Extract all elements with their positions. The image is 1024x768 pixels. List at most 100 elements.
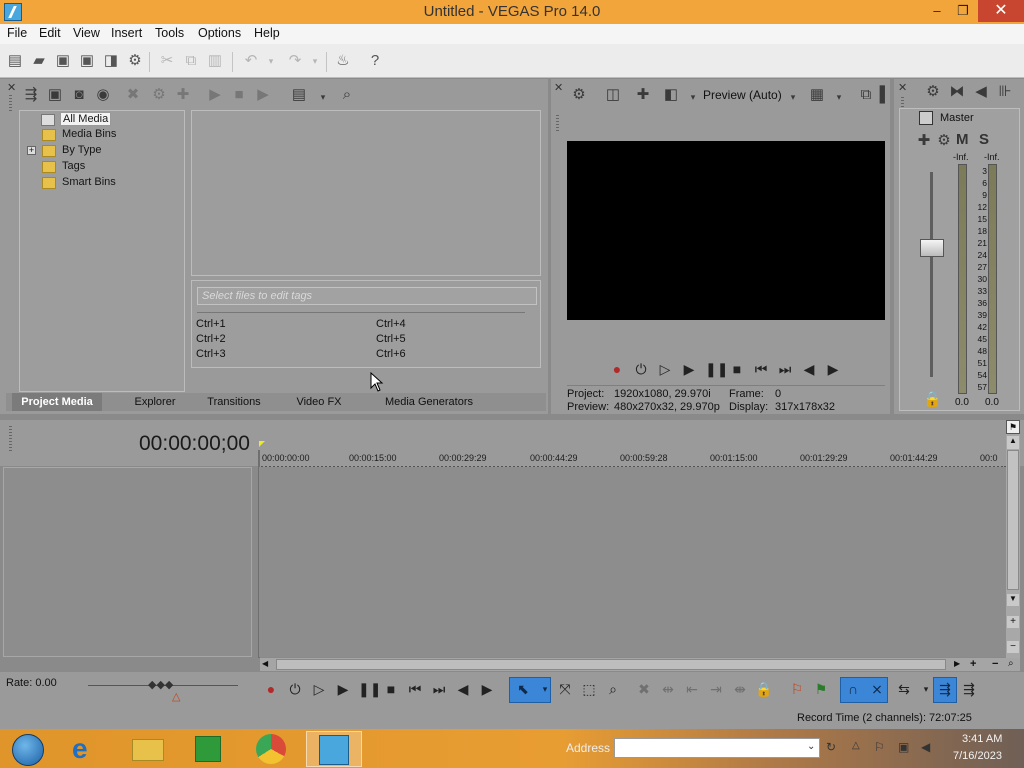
media-file-list[interactable] xyxy=(191,110,541,276)
tag-slot-6[interactable]: Ctrl+6 xyxy=(376,348,406,360)
go-to-end-icon[interactable]: ⏭ xyxy=(430,679,448,699)
burn-disc-icon[interactable]: ♨ xyxy=(334,52,352,70)
clock-date[interactable]: 7/16/2023 xyxy=(953,750,1002,762)
marker-icon[interactable]: ⚑ xyxy=(1006,420,1020,434)
pause-icon[interactable]: ❚❚ xyxy=(705,360,728,378)
track-area[interactable] xyxy=(259,467,1006,657)
taskbar-chrome[interactable] xyxy=(248,731,292,767)
tree-item-by-type[interactable]: By Type xyxy=(42,144,102,158)
search-icon[interactable]: ⌕ xyxy=(338,86,356,104)
stop-icon[interactable]: ■ xyxy=(382,679,400,699)
save-as-icon[interactable]: ▣ xyxy=(78,52,96,70)
tag-slot-1[interactable]: Ctrl+1 xyxy=(196,318,226,330)
menu-insert[interactable]: Insert xyxy=(111,26,142,40)
pan-icon[interactable]: ✚ xyxy=(915,132,933,150)
ignore-grouping-icon[interactable]: ⇶ xyxy=(960,679,978,699)
remove-media-icon[interactable]: ✖ xyxy=(124,86,142,104)
scroll-left-icon[interactable]: ◀ xyxy=(262,659,268,668)
panel-close-icon[interactable]: ✕ xyxy=(554,81,563,94)
cut-icon[interactable]: ✂ xyxy=(158,52,176,70)
zoom-tool-icon[interactable]: ⌕ xyxy=(604,679,622,699)
taskbar-ie[interactable]: e xyxy=(64,731,108,767)
play-media-icon[interactable]: ▶ xyxy=(206,86,224,104)
render-icon[interactable]: ◨ xyxy=(102,52,120,70)
views-icon[interactable]: ▤ xyxy=(290,86,308,104)
lock-icon[interactable]: 🔒 xyxy=(923,391,942,409)
menu-help[interactable]: Help xyxy=(254,26,280,40)
envelope-tool-icon[interactable]: ⤧ xyxy=(556,679,574,699)
clock-time[interactable]: 3:41 AM xyxy=(962,733,1002,745)
vertical-scroll-thumb[interactable] xyxy=(1007,450,1019,590)
save-snapshot-icon[interactable]: ▌ xyxy=(876,86,894,104)
tab-transitions[interactable]: Transitions xyxy=(196,393,272,411)
vertical-scrollbar[interactable]: ⚑ ▲ ▼ + − xyxy=(1006,420,1020,658)
tag-slot-4[interactable]: Ctrl+4 xyxy=(376,318,406,330)
properties-icon[interactable]: ⚙ xyxy=(126,52,144,70)
tree-item-tags[interactable]: Tags xyxy=(42,160,85,174)
split-icon[interactable]: ⇼ xyxy=(731,679,749,699)
overlays-dropdown-icon[interactable]: ▾ xyxy=(830,88,848,106)
undo-dropdown-icon[interactable]: ▾ xyxy=(262,52,280,70)
taskbar-explorer[interactable] xyxy=(126,731,170,767)
record-icon[interactable]: ● xyxy=(262,679,280,699)
scroll-down-icon[interactable]: ▼ xyxy=(1007,594,1019,606)
horizontal-scroll-thumb[interactable] xyxy=(276,659,946,670)
trim-start-icon[interactable]: ⇤ xyxy=(683,679,701,699)
zoom-in-tracks-icon[interactable]: + xyxy=(1007,616,1019,628)
trim-end-icon[interactable]: ⇥ xyxy=(707,679,725,699)
copy-icon[interactable]: ⧉ xyxy=(182,52,200,70)
play-icon[interactable]: ▶ xyxy=(334,679,352,699)
solo-button[interactable]: S xyxy=(979,131,989,148)
preview-quality-icon[interactable]: ◧ xyxy=(662,86,680,104)
stop-icon[interactable]: ■ xyxy=(729,360,745,378)
maximize-button[interactable]: ❐ xyxy=(948,0,978,22)
new-project-icon[interactable]: ▤ xyxy=(6,52,24,70)
timeline-ruler[interactable]: 00:00:00:00 00:00:15:00 00:00:29:29 00:0… xyxy=(258,450,1006,468)
tab-media-generators[interactable]: Media Generators xyxy=(366,393,492,411)
tab-explorer[interactable]: Explorer xyxy=(116,393,194,411)
paste-icon[interactable]: ▥ xyxy=(206,52,224,70)
horizontal-scrollbar[interactable]: ◀ ▶ + − ⌕ xyxy=(260,658,1020,671)
capture-icon[interactable]: ▣ xyxy=(46,86,64,104)
go-to-end-icon[interactable]: ⏭ xyxy=(777,360,793,378)
external-monitor-icon[interactable]: ◫ xyxy=(604,86,622,104)
tab-video-fx[interactable]: Video FX xyxy=(288,393,350,411)
tree-item-all-media[interactable]: All Media xyxy=(41,112,112,126)
lock-events-icon[interactable]: 🔒 xyxy=(755,679,773,699)
help-icon[interactable]: ? xyxy=(366,52,384,70)
preview-quality-select[interactable]: Preview (Auto) xyxy=(703,88,782,102)
start-button[interactable] xyxy=(6,731,50,767)
show-hidden-icons-icon[interactable]: △ xyxy=(852,740,860,751)
tag-slot-5[interactable]: Ctrl+5 xyxy=(376,333,406,345)
views-dropdown-icon[interactable]: ▾ xyxy=(314,88,332,106)
next-frame-icon[interactable]: ▶ xyxy=(825,360,841,378)
track-list[interactable] xyxy=(3,467,252,657)
undo-icon[interactable]: ↶ xyxy=(242,52,260,70)
taskbar-vegas[interactable] xyxy=(306,731,362,767)
media-generator-icon[interactable]: ✚ xyxy=(174,86,192,104)
tag-slot-2[interactable]: Ctrl+2 xyxy=(196,333,226,345)
media-fx-icon[interactable]: ⚙ xyxy=(150,86,168,104)
menu-options[interactable]: Options xyxy=(198,26,241,40)
selection-tool-icon[interactable]: ⬚ xyxy=(580,679,598,699)
next-frame-icon[interactable]: ▶ xyxy=(478,679,496,699)
split-dropdown-icon[interactable]: ▾ xyxy=(684,88,702,106)
zoom-out-time-icon[interactable]: − xyxy=(992,658,998,670)
action-center-icon[interactable]: ⚐ xyxy=(874,740,885,754)
menu-view[interactable]: View xyxy=(73,26,100,40)
insert-region-icon[interactable]: ⚑ xyxy=(812,679,830,699)
play-from-start-icon[interactable]: ▷ xyxy=(657,360,673,378)
delete-icon[interactable]: ✖ xyxy=(635,679,653,699)
go-to-start-icon[interactable]: ⏮ xyxy=(406,679,424,699)
tag-slot-3[interactable]: Ctrl+3 xyxy=(196,348,226,360)
menu-file[interactable]: File xyxy=(7,26,27,40)
panel-close-icon[interactable]: ✕ xyxy=(7,81,16,94)
timecode-display[interactable]: 00:00:00;00 xyxy=(139,432,250,456)
edit-tool-dropdown-icon[interactable]: ▾ xyxy=(536,679,554,699)
auto-crossfade-icon[interactable]: ⨯ xyxy=(868,679,886,699)
speaker-icon[interactable]: ◀ xyxy=(972,83,990,101)
preview-settings-icon[interactable]: ⚙ xyxy=(570,86,588,104)
get-media-icon[interactable]: ◙ xyxy=(70,86,88,104)
fx-icon[interactable]: ⚙ xyxy=(935,132,953,150)
volume-fader[interactable] xyxy=(920,239,944,257)
